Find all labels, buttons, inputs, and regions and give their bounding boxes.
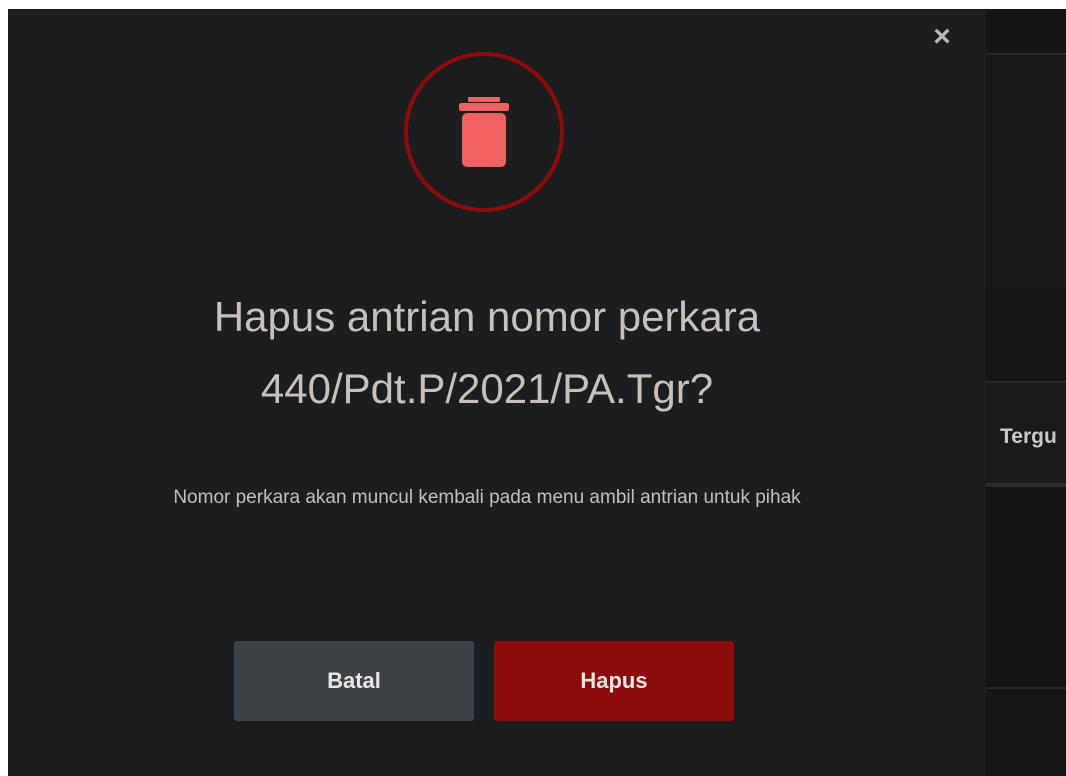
delete-button[interactable]: Hapus [494,641,734,721]
trash-icon [459,97,509,167]
cancel-button[interactable]: Batal [234,641,474,721]
modal-title-line2: 440/Pdt.P/2021/PA.Tgr? [260,365,714,412]
background-row [986,487,1066,687]
close-button[interactable]: × [924,19,960,55]
background-row [986,9,1066,53]
delete-confirm-modal: × Hapus antrian nomor perkara 440/Pdt.P/… [8,9,986,776]
modal-title-line1: Hapus antrian nomor perkara [213,293,761,340]
page: Tergu × Hapus antrian nomor perkara 440/… [0,0,1066,776]
background-row [986,689,1066,776]
background-row [986,55,1066,289]
background-page: Tergu [986,9,1066,776]
background-column-header: Tergu [1000,425,1057,448]
background-row [986,291,1066,381]
warning-icon-ring [404,52,564,212]
modal-message: Nomor perkara akan muncul kembali pada m… [173,487,801,508]
modal-title: Hapus antrian nomor perkara 440/Pdt.P/20… [8,289,966,417]
